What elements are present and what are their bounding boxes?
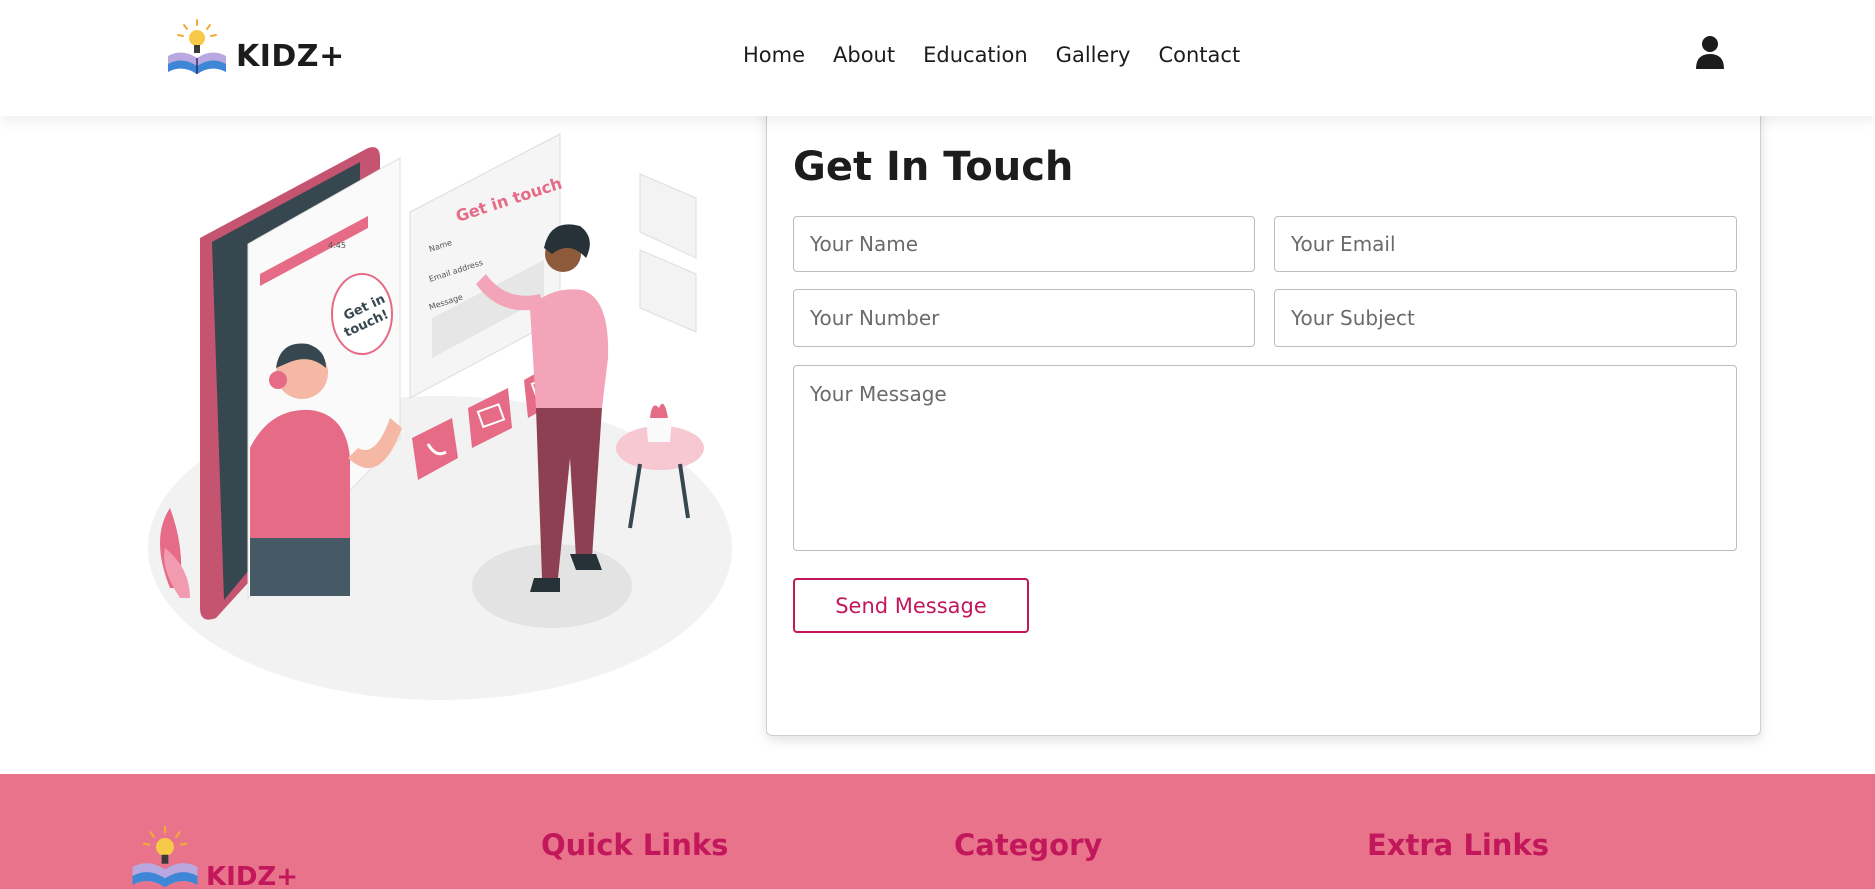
- site-header: KIDZ+ Home About Education Gallery Conta…: [0, 0, 1875, 116]
- footer-heading-category: Category: [954, 828, 1103, 862]
- lightbulb-book-icon: [168, 19, 226, 74]
- send-message-button[interactable]: Send Message: [793, 578, 1029, 633]
- nav-contact[interactable]: Contact: [1158, 40, 1240, 70]
- footer-heading-quick-links: Quick Links: [541, 828, 729, 862]
- main-nav: Home About Education Gallery Contact: [743, 40, 1268, 70]
- nav-education[interactable]: Education: [923, 40, 1028, 70]
- name-input[interactable]: [793, 216, 1255, 272]
- phone-time: 4:45: [328, 241, 346, 250]
- nav-about[interactable]: About: [833, 40, 895, 70]
- email-input[interactable]: [1274, 216, 1737, 272]
- speech-bubble: Get in touch!: [331, 273, 393, 355]
- site-footer: KIDZ+ Quick Links Category Extra Links: [0, 774, 1875, 889]
- footer-heading-extra-links: Extra Links: [1367, 828, 1549, 862]
- footer-brand-name: KIDZ+: [206, 862, 299, 889]
- brand-logo[interactable]: KIDZ+: [164, 16, 345, 76]
- message-textarea[interactable]: [793, 365, 1737, 551]
- footer-brand-logo[interactable]: KIDZ+: [128, 824, 298, 889]
- subject-input[interactable]: [1274, 289, 1737, 347]
- wall-frames: [639, 173, 697, 333]
- brand-name: KIDZ+: [236, 39, 345, 74]
- form-title: Get In Touch: [793, 144, 1074, 190]
- user-icon[interactable]: [1694, 34, 1726, 70]
- contact-illustration: 4:45 Get in touch! Get in touch Name Ema…: [148, 133, 732, 700]
- nav-gallery[interactable]: Gallery: [1056, 40, 1131, 70]
- contact-form-card: Get In Touch Send Message: [766, 100, 1761, 736]
- lightbulb-book-icon: [132, 825, 198, 888]
- number-input[interactable]: [793, 289, 1255, 347]
- nav-home[interactable]: Home: [743, 40, 805, 70]
